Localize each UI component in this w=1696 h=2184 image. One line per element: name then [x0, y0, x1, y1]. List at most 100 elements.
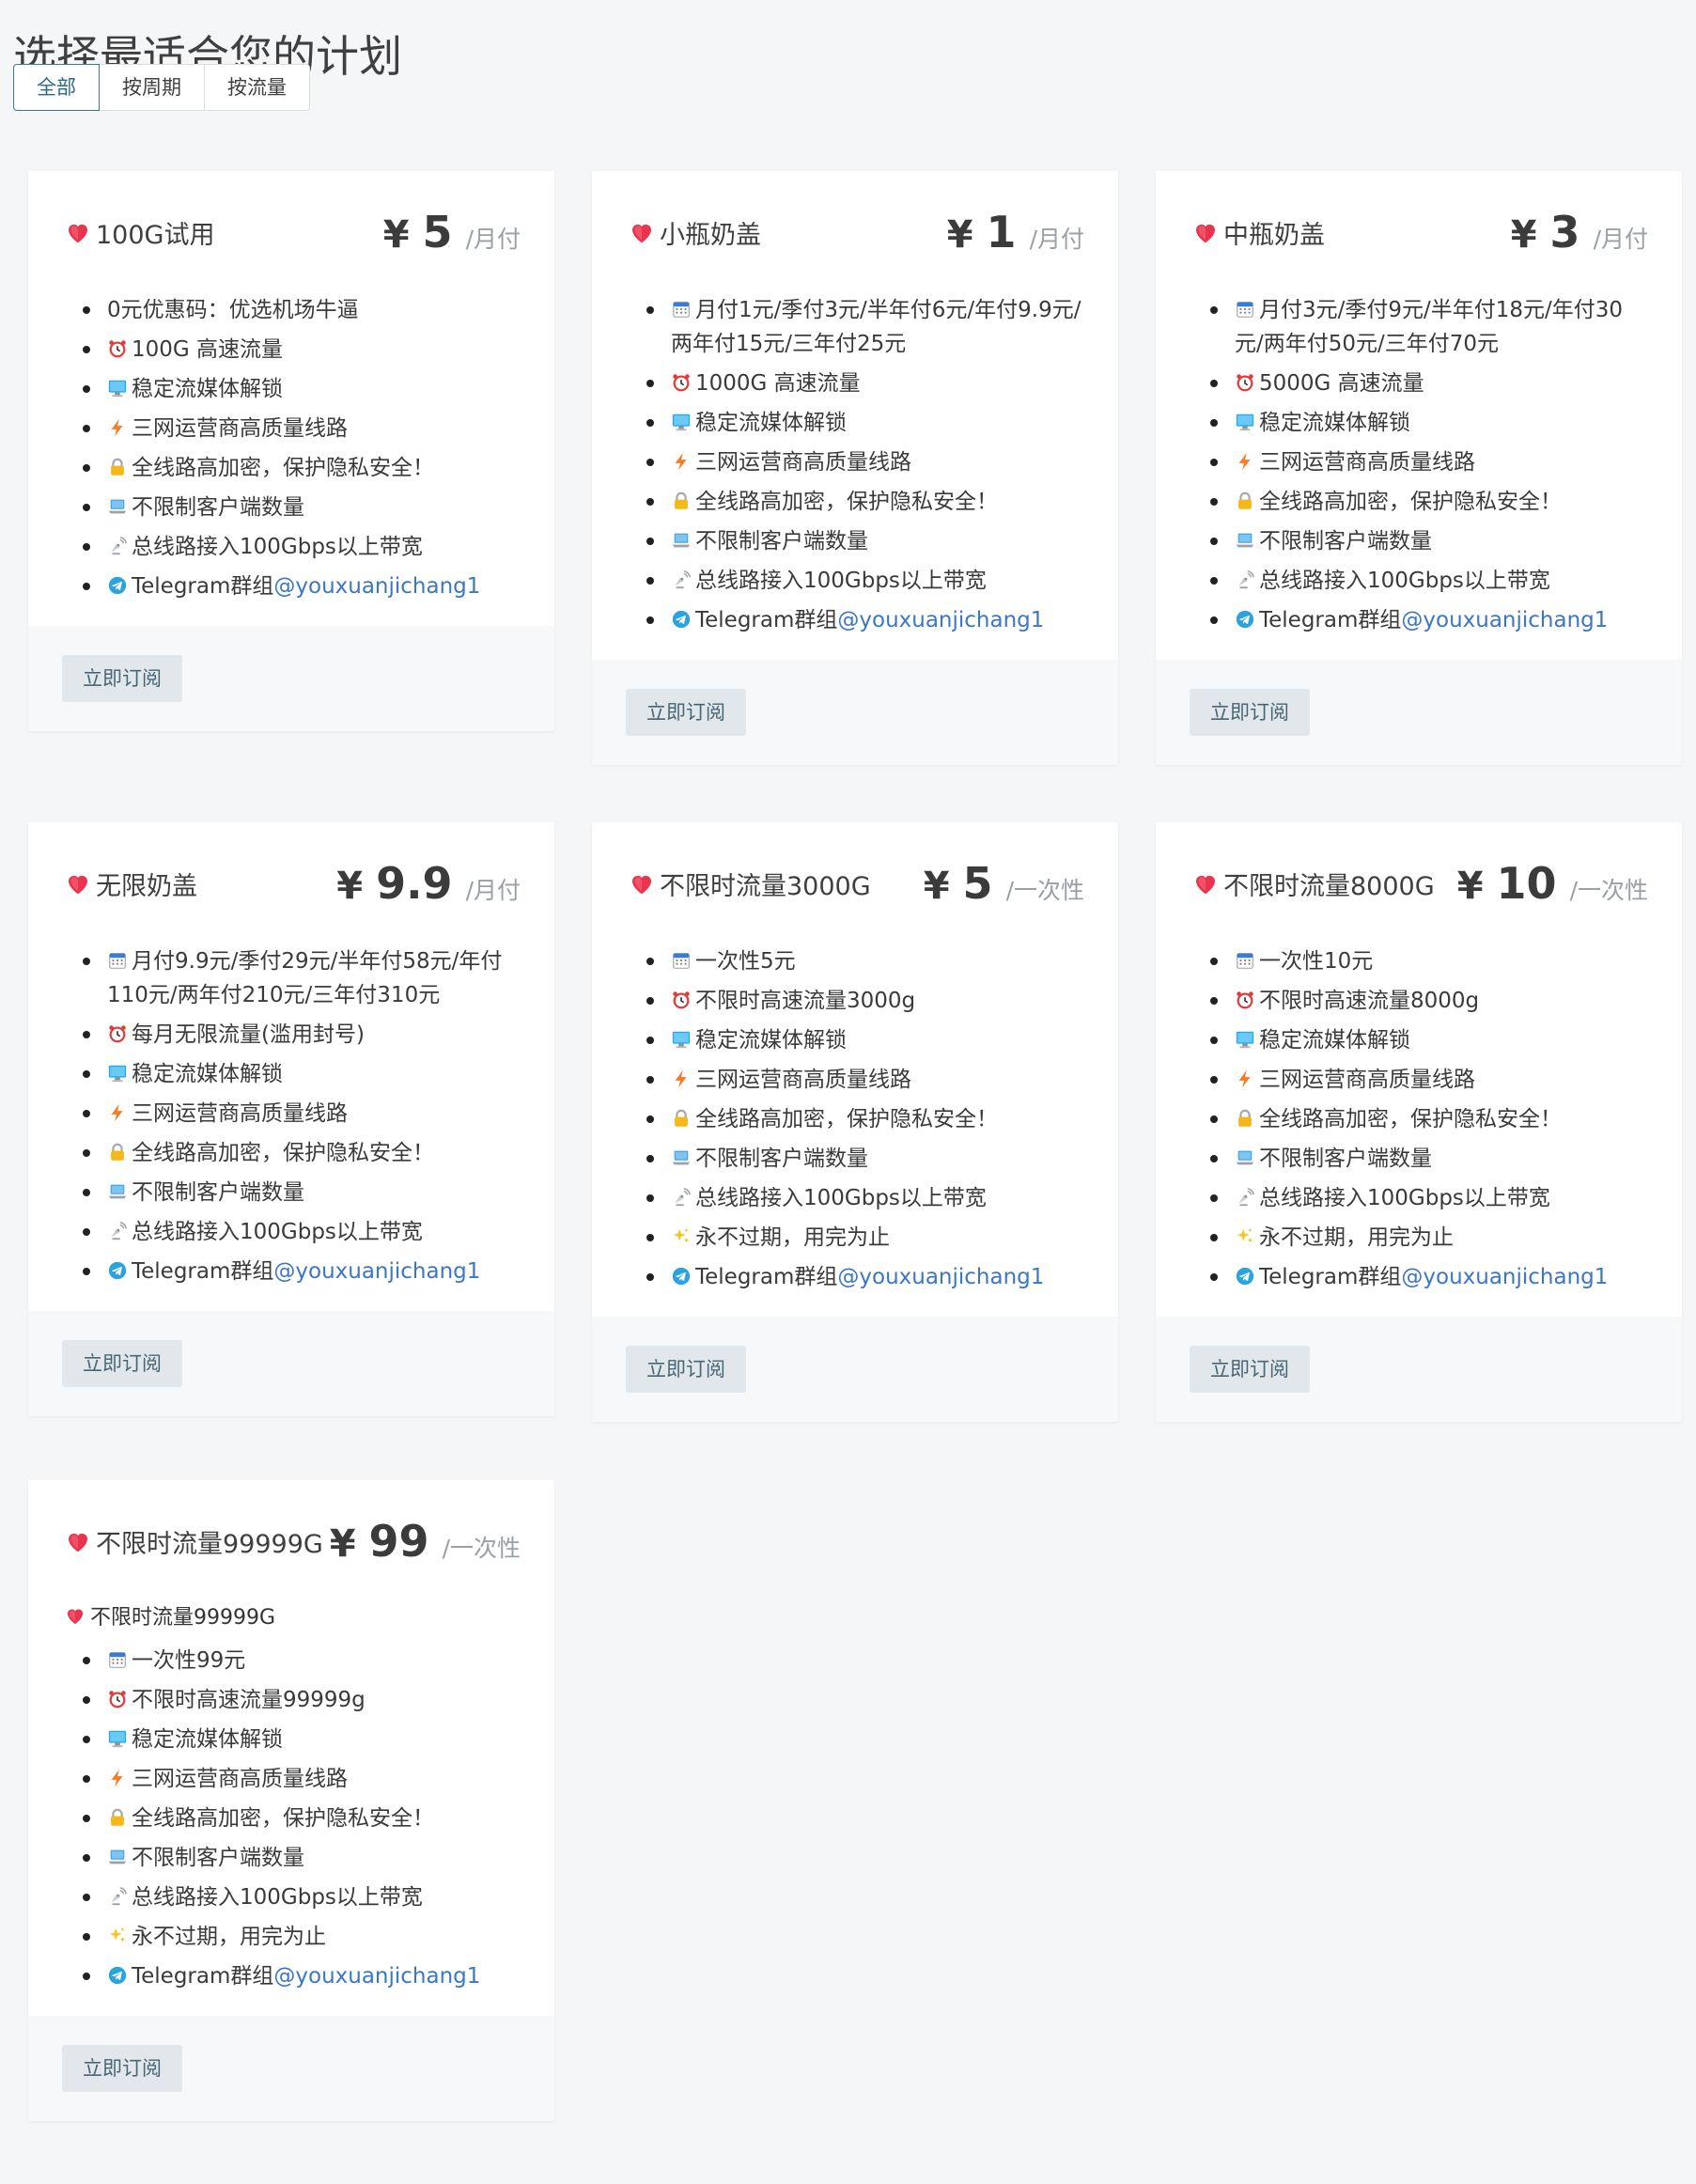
feature-text: 全线路高加密，保护隐私安全！ [132, 1141, 434, 1165]
tab-all[interactable]: 全部 [13, 64, 100, 111]
calendar-icon [671, 947, 692, 969]
feature-item: 5000G 高速流量 [1210, 367, 1650, 400]
subscribe-button[interactable]: 立即订阅 [626, 689, 746, 736]
feature-item: 三网运营商高质量线路 [1210, 1063, 1650, 1097]
plan-price: ¥10/一次性 [1457, 858, 1648, 909]
feature-item: 不限制客户端数量 [83, 1841, 522, 1875]
feature-item: 不限制客户端数量 [646, 524, 1086, 558]
laptop-icon [671, 1145, 692, 1165]
feature-text: 总线路接入100Gbps以上带宽 [695, 569, 987, 593]
tab-by-traffic[interactable]: 按流量 [204, 64, 310, 111]
feature-item: 不限时高速流量8000g [1210, 984, 1650, 1018]
subscribe-button[interactable]: 立即订阅 [1190, 1346, 1310, 1393]
feature-item: 月付3元/季付9元/半年付18元/年付30元/两年付50元/三年付70元 [1210, 293, 1650, 361]
alarm-clock-icon [1235, 987, 1255, 1009]
heart-icon [64, 218, 92, 246]
feature-item: Telegram群组@youxuanjichang1 [83, 1959, 522, 1993]
feature-item: Telegram群组@youxuanjichang1 [646, 1260, 1086, 1294]
laptop-icon [107, 493, 128, 514]
plan-price: ¥3/月付 [1511, 207, 1648, 257]
feature-item: Telegram群组@youxuanjichang1 [83, 1255, 522, 1288]
plan-card-body: 一次性5元 不限时高速流量3000g 稳定流媒体解锁 三网运营商高质量线路 全线路高加密… [592, 944, 1118, 1317]
telegram-group-link[interactable]: @youxuanjichang1 [837, 608, 1044, 632]
telegram-group-link[interactable]: @youxuanjichang1 [273, 574, 480, 599]
price-period: /月付 [465, 226, 521, 253]
telegram-group-link[interactable]: @youxuanjichang1 [1401, 1265, 1608, 1289]
feature-list: 一次性5元 不限时高速流量3000g 稳定流媒体解锁 三网运营商高质量线路 全线路高加密… [592, 944, 1118, 1294]
plan-card-footer: 立即订阅 [28, 2016, 554, 2121]
feature-text: 三网运营商高质量线路 [1259, 1068, 1475, 1092]
feature-text: 月付3元/季付9元/半年付18元/年付30元/两年付50元/三年付70元 [1235, 298, 1624, 356]
feature-text: 稳定流媒体解锁 [132, 1727, 283, 1752]
alarm-clock-icon [107, 1021, 128, 1043]
feature-text: 全线路高加密，保护隐私安全！ [1259, 490, 1562, 514]
feature-list: 0元优惠码：优选机场牛逼 100G 高速流量 稳定流媒体解锁 三网运营商高质量线路 全线… [28, 293, 554, 603]
feature-item: 不限时高速流量99999g [83, 1683, 522, 1717]
feature-item: 100G 高速流量 [83, 333, 522, 367]
subscribe-button[interactable]: 立即订阅 [1190, 689, 1310, 736]
plan-name: 中瓶奶盖 [1191, 214, 1325, 251]
plan-subtitle: 不限时流量99999G [28, 1597, 554, 1634]
feature-item: Telegram群组@youxuanjichang1 [1210, 1260, 1650, 1294]
subscribe-button[interactable]: 立即订阅 [62, 2045, 182, 2092]
feature-text: Telegram群组 [1259, 1265, 1402, 1289]
price-amount: 99 [368, 1516, 429, 1567]
price-period: /一次性 [1569, 877, 1648, 904]
plan-name-text: 小瓶奶盖 [660, 220, 761, 250]
sparkles-icon [1235, 1224, 1255, 1244]
feature-text: Telegram群组 [132, 1259, 274, 1284]
feature-item: 不限制客户端数量 [83, 1176, 522, 1209]
price-period: /一次性 [442, 1535, 521, 1562]
lock-icon [1235, 488, 1255, 509]
feature-item: 三网运营商高质量线路 [83, 1762, 522, 1796]
plan-card-body: 月付9.9元/季付29元/半年付58元/年付110元/两年付210元/三年付31… [28, 944, 554, 1311]
feature-text: 三网运营商高质量线路 [132, 1767, 348, 1791]
feature-text: 不限时高速流量8000g [1259, 989, 1480, 1013]
feature-item: 0元优惠码：优选机场牛逼 [83, 293, 522, 327]
price-amount: 5 [422, 207, 453, 257]
feature-item: 不限制客户端数量 [1210, 1142, 1650, 1176]
feature-item: 总线路接入100Gbps以上带宽 [646, 564, 1086, 598]
feature-text: 永不过期，用完为止 [1259, 1225, 1454, 1250]
subscribe-button[interactable]: 立即订阅 [62, 1340, 182, 1387]
telegram-group-link[interactable]: @youxuanjichang1 [273, 1964, 480, 1989]
plan-card-footer: 立即订阅 [28, 626, 554, 731]
subscribe-button[interactable]: 立即订阅 [626, 1346, 746, 1393]
plan-card-header: 不限时流量3000G ¥5/一次性 [592, 822, 1118, 944]
plan-card-body: 月付3元/季付9元/半年付18元/年付30元/两年付50元/三年付70元 5000… [1156, 293, 1682, 660]
alarm-clock-icon [671, 369, 692, 392]
plan-name-text: 中瓶奶盖 [1223, 220, 1325, 250]
heart-icon [1191, 218, 1220, 246]
feature-text: 一次性5元 [695, 949, 796, 974]
laptop-icon [107, 1844, 128, 1864]
telegram-group-link[interactable]: @youxuanjichang1 [837, 1265, 1044, 1289]
telegram-group-link[interactable]: @youxuanjichang1 [273, 1259, 480, 1284]
lock-icon [107, 1139, 128, 1161]
plan-price: ¥1/月付 [947, 207, 1084, 257]
plan-name-text: 不限时流量99999G [96, 1529, 323, 1559]
feature-text: 总线路接入100Gbps以上带宽 [132, 535, 423, 559]
feature-item: Telegram群组@youxuanjichang1 [646, 603, 1086, 637]
feature-text: 不限制客户端数量 [695, 1147, 868, 1171]
feature-text: 不限制客户端数量 [1259, 529, 1432, 554]
monitor-icon [671, 1026, 692, 1049]
plan-card-header: 小瓶奶盖 ¥1/月付 [592, 171, 1118, 293]
calendar-icon [1235, 296, 1255, 318]
lock-icon [1235, 1105, 1255, 1127]
feature-text: 总线路接入100Gbps以上带宽 [695, 1186, 987, 1210]
price-amount: 9.9 [376, 858, 453, 909]
plan-card-header: 100G试用 ¥5/月付 [28, 171, 554, 293]
laptop-icon [1235, 1145, 1255, 1165]
feature-item: 稳定流媒体解锁 [1210, 1023, 1650, 1057]
feature-item: Telegram群组@youxuanjichang1 [83, 569, 522, 603]
feature-item: 三网运营商高质量线路 [646, 1063, 1086, 1097]
feature-item: 三网运营商高质量线路 [646, 445, 1086, 479]
subscribe-button[interactable]: 立即订阅 [62, 655, 182, 702]
plan-price: ¥99/一次性 [330, 1516, 521, 1567]
monitor-icon [107, 375, 128, 398]
telegram-group-link[interactable]: @youxuanjichang1 [1401, 608, 1608, 632]
monitor-icon [671, 409, 692, 431]
plan-card: 中瓶奶盖 ¥3/月付月付3元/季付9元/半年付18元/年付30元/两年付50元/三… [1156, 171, 1682, 765]
plan-card-header: 不限时流量8000G ¥10/一次性 [1156, 822, 1682, 944]
tab-by-period[interactable]: 按周期 [99, 64, 205, 111]
